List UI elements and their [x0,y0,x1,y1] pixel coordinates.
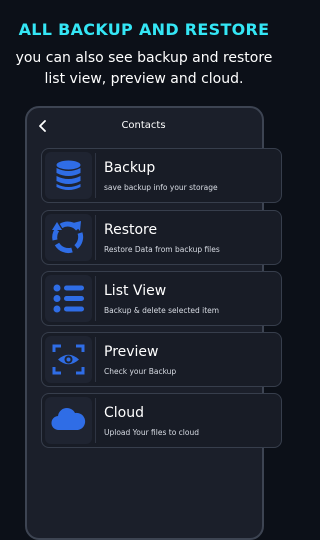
restore-card[interactable]: Restore Restore Data from backup files [41,210,282,265]
card-divider [95,398,96,443]
preview-icon-box [45,336,92,383]
backup-icon-box [45,152,92,199]
list-view-card[interactable]: List View Backup & delete selected item [41,271,282,326]
card-title: Restore [104,222,158,238]
promo-subtitle: you can also see backup and restore list… [0,48,288,90]
card-title: List View [104,283,167,299]
cloud-card[interactable]: Cloud Upload Your files to cloud [41,393,282,448]
card-description: Backup & delete selected item [104,306,220,315]
card-description: save backup info your storage [104,183,218,192]
app-header: Contacts [27,114,260,138]
card-title: Cloud [104,405,144,421]
card-divider [95,276,96,321]
header-title: Contacts [121,120,166,131]
card-divider [95,215,96,260]
restore-icon-box [45,214,92,261]
preview-card[interactable]: Preview Check your Backup [41,332,282,387]
card-description: Restore Data from backup files [104,245,220,254]
promo-subtitle-line-1: you can also see backup and restore [15,50,273,66]
card-description: Check your Backup [104,367,177,376]
card-divider [95,153,96,198]
list-view-icon-box [45,275,92,322]
card-title: Preview [104,344,159,360]
card-description: Upload Your files to cloud [104,428,199,437]
cloud-icon-box [45,397,92,444]
card-divider [95,337,96,382]
promo-subtitle-line-2: list view, preview and cloud. [44,71,244,87]
card-title: Backup [104,160,156,176]
backup-card[interactable]: Backup save backup info your storage [41,148,282,203]
promo-title: ALL BACKUP AND RESTORE [18,20,270,39]
